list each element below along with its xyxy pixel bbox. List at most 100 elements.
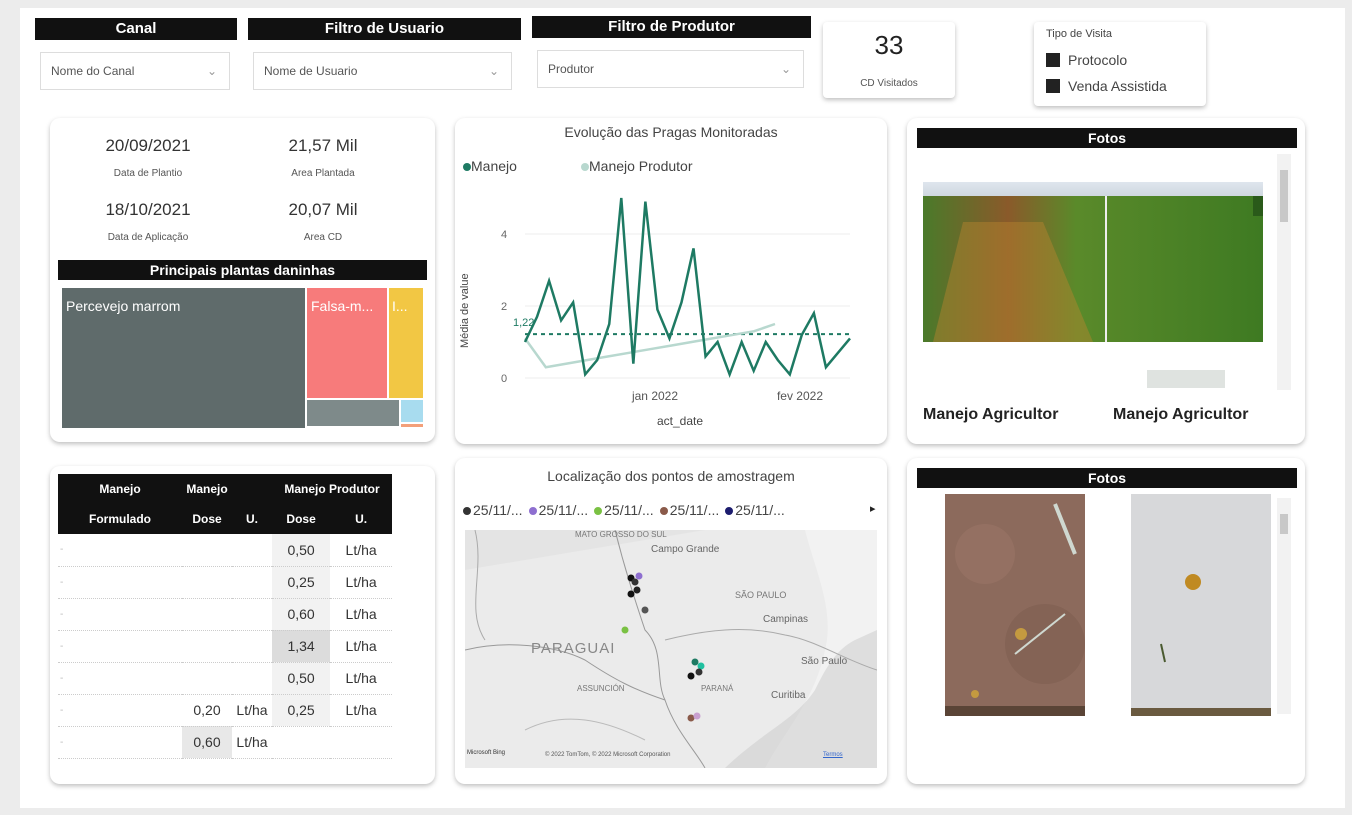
map-sample-point[interactable] bbox=[697, 662, 705, 670]
tipo-visita-option-protocolo[interactable]: Protocolo bbox=[1046, 52, 1127, 68]
treemap-tile-6[interactable] bbox=[401, 424, 423, 427]
table-header-row: Manejo Manejo Manejo Produtor bbox=[58, 474, 392, 504]
tipo-visita-option-venda[interactable]: Venda Assistida bbox=[1046, 78, 1167, 94]
table-cell: - bbox=[58, 598, 182, 631]
table-row[interactable]: - 1,34 Lt/ha bbox=[58, 630, 392, 663]
treemap-tile-percevejo[interactable]: Percevejo marrom bbox=[62, 288, 305, 428]
map-legend-item[interactable]: 25/11/... bbox=[725, 502, 785, 518]
map-sample-point[interactable] bbox=[693, 712, 701, 720]
kpi-treemap-card: 20/09/2021 Data de Plantio 21,57 Mil Are… bbox=[50, 118, 435, 442]
table-cell bbox=[330, 726, 392, 759]
table-subheader-cell: U. bbox=[232, 504, 272, 534]
tipo-visita-slicer: Tipo de Visita Protocolo Venda Assistida bbox=[1034, 22, 1206, 106]
table-row[interactable]: - 0,50 Lt/ha bbox=[58, 662, 392, 695]
treemap-title: Principais plantas daninhas bbox=[58, 260, 427, 280]
map-label-sao-paulo: São Paulo bbox=[801, 656, 848, 667]
table-cell bbox=[272, 726, 331, 759]
table-subheader-cell: Dose bbox=[182, 504, 232, 534]
table-subheader-cell: Dose bbox=[272, 504, 331, 534]
checkbox-icon bbox=[1046, 53, 1060, 67]
series-line-manejo-produtor bbox=[523, 322, 776, 369]
legend-dot-icon bbox=[528, 507, 537, 515]
map-sample-point[interactable] bbox=[633, 586, 641, 594]
x-tick-label: jan 2022 bbox=[631, 389, 678, 403]
map-bing-logo: Microsoft Bing bbox=[467, 750, 506, 756]
photo-thumbnail[interactable] bbox=[1147, 370, 1225, 388]
produtor-dropdown[interactable]: Produtor ⌄ bbox=[537, 50, 804, 88]
map-legend-item[interactable]: 25/11/... bbox=[528, 502, 589, 518]
photos-top-scrollbar[interactable] bbox=[1277, 154, 1291, 390]
table-cell bbox=[182, 534, 232, 567]
table-cell: Lt/ha bbox=[330, 566, 392, 599]
table-cell: Lt/ha bbox=[232, 694, 272, 727]
legend-next-icon[interactable]: ▸ bbox=[870, 502, 876, 515]
data-plantio-label: Data de Plantio bbox=[113, 168, 183, 179]
map-sample-point[interactable] bbox=[635, 572, 643, 580]
tipo-visita-title: Tipo de Visita bbox=[1046, 28, 1113, 40]
treemap-tile-3[interactable]: I... bbox=[389, 288, 423, 398]
table-cell: - bbox=[58, 534, 182, 567]
table-cell bbox=[182, 662, 232, 695]
map-sample-point[interactable] bbox=[621, 626, 629, 634]
table-row[interactable]: -0,60 Lt/ha bbox=[58, 726, 392, 759]
map-sample-point[interactable] bbox=[631, 578, 639, 586]
map-view[interactable]: MATO GROSSO DO SUL Campo Grande SÃO PAUL… bbox=[465, 530, 877, 768]
table-row[interactable]: - 0,50 Lt/ha bbox=[58, 534, 392, 567]
map-legend-label: 25/11/... bbox=[735, 502, 785, 518]
canal-dropdown-value: Nome do Canal bbox=[51, 64, 135, 78]
trap-photo[interactable] bbox=[1131, 494, 1271, 716]
map-sample-point[interactable] bbox=[627, 590, 635, 598]
photos-bottom-scrollbar[interactable] bbox=[1277, 498, 1291, 714]
map-sample-point[interactable] bbox=[687, 714, 695, 722]
map-legend-item[interactable]: 25/11/... bbox=[659, 502, 719, 518]
line-chart-plot: 024jan 2022 fev 20221,22 bbox=[501, 197, 851, 403]
scrollbar-thumb[interactable] bbox=[1280, 514, 1288, 534]
table-cell bbox=[232, 630, 272, 663]
checkbox-icon bbox=[1046, 79, 1060, 93]
soil-photo[interactable] bbox=[945, 494, 1085, 716]
table-cell: 0,60 bbox=[182, 726, 232, 759]
produtor-dropdown-value: Produtor bbox=[548, 62, 595, 76]
table-cell: - bbox=[58, 566, 182, 599]
table-row[interactable]: -0,20 Lt/ha 0,25 Lt/ha bbox=[58, 694, 392, 727]
usuario-dropdown[interactable]: Nome de Usuario ⌄ bbox=[253, 52, 512, 90]
table-cell: Lt/ha bbox=[330, 662, 392, 695]
data-plantio-value: 20/09/2021 bbox=[105, 136, 191, 155]
chevron-down-icon: ⌄ bbox=[488, 64, 499, 78]
map-sample-point[interactable] bbox=[695, 668, 703, 676]
map-sample-point[interactable] bbox=[641, 606, 649, 614]
field-photo[interactable] bbox=[923, 182, 1263, 342]
map-terms-link[interactable]: Termos bbox=[823, 752, 843, 758]
table-row[interactable]: -0,60 Lt/ha bbox=[58, 598, 392, 631]
treemap: Percevejo marrom Falsa-m... I... bbox=[62, 288, 425, 428]
data-aplicacao-value: 18/10/2021 bbox=[105, 200, 191, 219]
usuario-dropdown-value: Nome de Usuario bbox=[264, 64, 358, 78]
table-cell: Lt/ha bbox=[330, 630, 392, 663]
treemap-tile-falsa[interactable]: Falsa-m... bbox=[307, 288, 387, 398]
treemap-tile-4[interactable] bbox=[307, 400, 399, 426]
photos-top-title: Fotos bbox=[917, 128, 1297, 148]
scrollbar-thumb[interactable] bbox=[1280, 170, 1288, 222]
map-legend-label: 25/11/... bbox=[538, 502, 589, 518]
canal-dropdown[interactable]: Nome do Canal ⌄ bbox=[40, 52, 230, 90]
cd-visitados-label: CD Visitados bbox=[860, 78, 918, 89]
map-sample-point[interactable] bbox=[691, 658, 699, 666]
table-cell bbox=[182, 566, 232, 599]
treemap-tile-label: Percevejo marrom bbox=[66, 298, 181, 314]
y-tick-label: 4 bbox=[501, 229, 507, 241]
map-legend-item[interactable]: 25/11/... bbox=[594, 502, 654, 518]
table-row[interactable]: - 0,25 Lt/ha bbox=[58, 566, 392, 599]
usuario-filter-title: Filtro de Usuario bbox=[248, 18, 521, 40]
map-sample-point[interactable] bbox=[687, 672, 695, 680]
treemap-tile-5[interactable] bbox=[401, 400, 423, 422]
produtor-filter-title: Filtro de Produtor bbox=[532, 16, 811, 38]
photo-caption-2: Manejo Agricultor bbox=[1113, 406, 1249, 423]
table-cell: 0,50 bbox=[272, 534, 331, 567]
photos-bottom-title: Fotos bbox=[917, 468, 1297, 488]
map-legend: 25/11/... 25/11/... 25/11/... 25/11/... 25/1… bbox=[463, 502, 791, 518]
map-legend-item[interactable]: 25/11/... bbox=[463, 502, 523, 518]
y-tick-label: 0 bbox=[501, 373, 507, 385]
table-cell: Lt/ha bbox=[232, 726, 272, 759]
table-cell bbox=[232, 566, 272, 599]
manejo-table: Manejo Manejo Manejo Produtor Formulado Dose… bbox=[58, 474, 392, 759]
